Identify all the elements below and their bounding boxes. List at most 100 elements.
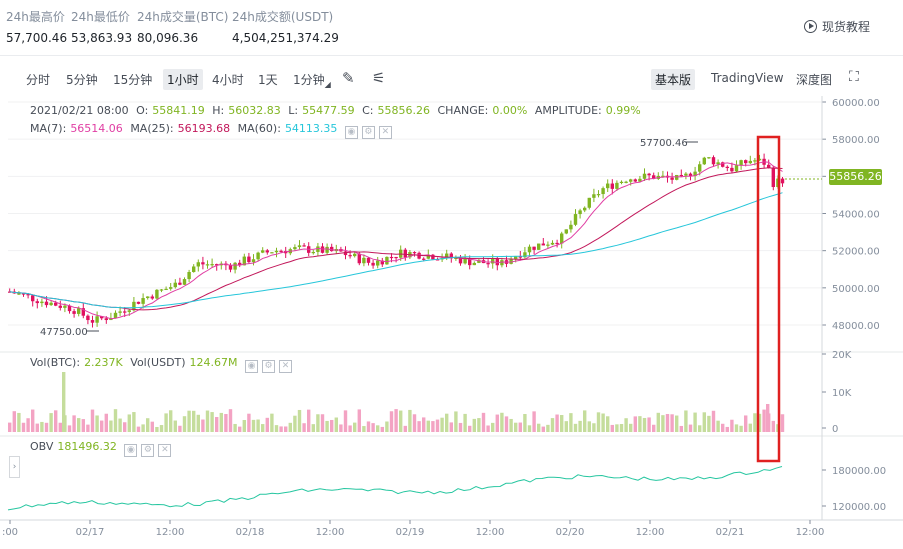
stat-value: 57,700.46 <box>6 31 68 45</box>
volume-bar <box>417 421 421 432</box>
volume-bar <box>100 420 104 432</box>
volume-bar <box>491 422 495 432</box>
stat-24h-high: 24h最高价 57,700.46 <box>6 8 67 45</box>
candle-body <box>619 181 624 184</box>
settings-icon[interactable]: ⚙ <box>262 360 276 373</box>
eye-icon[interactable]: ◉ <box>245 360 259 373</box>
close-icon[interactable]: ✕ <box>158 444 172 457</box>
settings-icon[interactable]: ⚙ <box>141 444 155 457</box>
ma7-value: 56514.06 <box>70 122 123 135</box>
timeframe-5m[interactable]: 5分钟 <box>62 69 102 90</box>
expand-panel-chevron-icon[interactable]: › <box>9 456 20 478</box>
volume-bar <box>670 414 674 432</box>
candle-body <box>578 210 582 215</box>
volume-bar <box>486 425 490 432</box>
volume-bar <box>366 421 371 432</box>
close-icon[interactable]: ✕ <box>279 360 293 373</box>
fullscreen-icon[interactable]: ⛶ <box>849 69 859 85</box>
stat-label: 24h成交量(BTC) <box>137 10 229 24</box>
candle-body <box>302 245 306 247</box>
time-axis-label: 12:00 <box>316 527 345 538</box>
spot-tutorial-label: 现货教程 <box>821 20 870 34</box>
volume-bar <box>150 421 154 432</box>
volume-bar <box>178 425 182 432</box>
volume-bar <box>766 404 770 432</box>
high-value: 56032.83 <box>228 104 281 117</box>
timeframe-more-dropdown[interactable]: 1分钟◢ <box>289 69 335 91</box>
candle-body <box>647 173 651 176</box>
volume-bar <box>771 420 775 432</box>
volume-bar <box>587 421 591 432</box>
volume-bar <box>288 422 292 432</box>
candle-body <box>123 311 127 313</box>
candle-body <box>17 293 21 295</box>
volume-bar <box>311 424 315 432</box>
timeframe-1h[interactable]: 1小时 <box>163 69 203 90</box>
volume-bar <box>449 422 453 432</box>
indicator-settings-icon[interactable]: ⚟ <box>372 69 385 87</box>
volume-legend: Vol(BTC): 2.237K Vol(USDT) 124.67M ◉ ⚙ ✕ <box>30 356 296 373</box>
draw-pencil-icon[interactable]: ✎ <box>342 69 355 87</box>
volume-bar <box>647 417 651 432</box>
volume-bar <box>399 410 403 432</box>
volume-bar <box>665 414 670 432</box>
vol-axis-label: 20K <box>832 350 852 361</box>
vol-axis-label: 0 <box>832 424 838 435</box>
kline-chart[interactable]: 60000.0058000.0056000.0054000.0052000.00… <box>0 96 903 549</box>
volume-bar <box>146 418 150 432</box>
candle-body <box>583 207 587 211</box>
volume-bar <box>123 422 127 432</box>
timeframe-line[interactable]: 分时 <box>22 69 54 90</box>
candle-body <box>610 183 614 189</box>
volume-bar <box>284 426 288 432</box>
volume-bar <box>72 415 76 432</box>
volume-bar <box>95 415 99 432</box>
timeframe-1d[interactable]: 1天 <box>254 69 282 90</box>
volume-bar <box>201 419 205 432</box>
candle-body <box>357 253 361 264</box>
candle-body <box>187 272 191 280</box>
stat-label: 24h成交额(USDT) <box>232 10 334 24</box>
candle-body <box>104 318 108 321</box>
volume-bar <box>426 420 430 432</box>
volume-bar <box>159 425 164 432</box>
settings-icon[interactable]: ⚙ <box>361 126 375 139</box>
volume-bar <box>12 411 16 432</box>
price-axis-label: 60000.00 <box>832 98 880 109</box>
volume-bar <box>555 414 559 432</box>
timeframe-4h[interactable]: 4小时 <box>208 69 248 90</box>
candle-body <box>486 263 490 265</box>
candle-body <box>537 243 541 250</box>
volume-bar <box>412 414 417 432</box>
view-depth[interactable]: 深度图 <box>792 69 836 90</box>
ma7-label: MA(7): <box>30 122 67 135</box>
candle-body <box>362 257 366 264</box>
volume-bar <box>320 414 325 432</box>
candle-body <box>371 262 375 266</box>
timeframe-15m[interactable]: 15分钟 <box>109 69 156 90</box>
spot-tutorial-link[interactable]: 现货教程 <box>803 18 870 35</box>
volume-bar <box>17 412 21 432</box>
candle-body <box>169 287 173 289</box>
volume-bar <box>173 420 177 432</box>
candle-body <box>771 167 775 188</box>
candle-body <box>311 251 315 254</box>
open-label: O: <box>136 104 149 117</box>
volume-bar <box>54 410 58 432</box>
close-icon[interactable]: ✕ <box>378 126 392 139</box>
low-label: L: <box>288 104 299 117</box>
candle-body <box>49 302 53 306</box>
low-marker-label: 47750.00 <box>40 327 88 338</box>
close-label: C: <box>362 104 374 117</box>
kline-svg[interactable]: 60000.0058000.0056000.0054000.0052000.00… <box>0 96 903 549</box>
volume-bar <box>58 422 62 432</box>
volume-bar <box>638 416 642 432</box>
stat-24h-turnover-usdt: 24h成交额(USDT) 4,504,251,374.29 <box>232 8 339 45</box>
view-tradingview[interactable]: TradingView <box>707 69 788 87</box>
view-basic[interactable]: 基本版 <box>651 69 696 90</box>
obv-label: OBV <box>30 440 54 453</box>
eye-icon[interactable]: ◉ <box>344 126 358 139</box>
volume-bar <box>169 410 173 432</box>
eye-icon[interactable]: ◉ <box>124 444 138 457</box>
volume-bar <box>523 413 527 432</box>
